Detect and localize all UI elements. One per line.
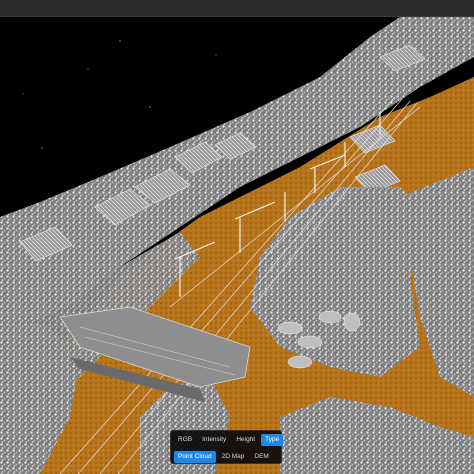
color-mode-tabs: RGB Intensity Height Type bbox=[174, 433, 284, 447]
tab-point-cloud[interactable]: Point Cloud bbox=[174, 451, 216, 463]
tab-type[interactable]: Type bbox=[261, 434, 284, 446]
point-cloud-render bbox=[0, 17, 474, 474]
tab-intensity[interactable]: Intensity bbox=[198, 434, 230, 446]
tab-rgb[interactable]: RGB bbox=[174, 434, 196, 446]
window-title-bar bbox=[0, 0, 474, 17]
tab-height[interactable]: Height bbox=[232, 434, 259, 446]
point-cloud-viewport[interactable] bbox=[0, 17, 474, 474]
tab-2d-map[interactable]: 2D Map bbox=[218, 451, 249, 463]
view-toolbar: RGB Intensity Height Type Point Cloud 2D… bbox=[170, 430, 284, 464]
view-type-tabs: Point Cloud 2D Map DEM bbox=[174, 450, 278, 464]
tab-dem[interactable]: DEM bbox=[250, 451, 272, 463]
